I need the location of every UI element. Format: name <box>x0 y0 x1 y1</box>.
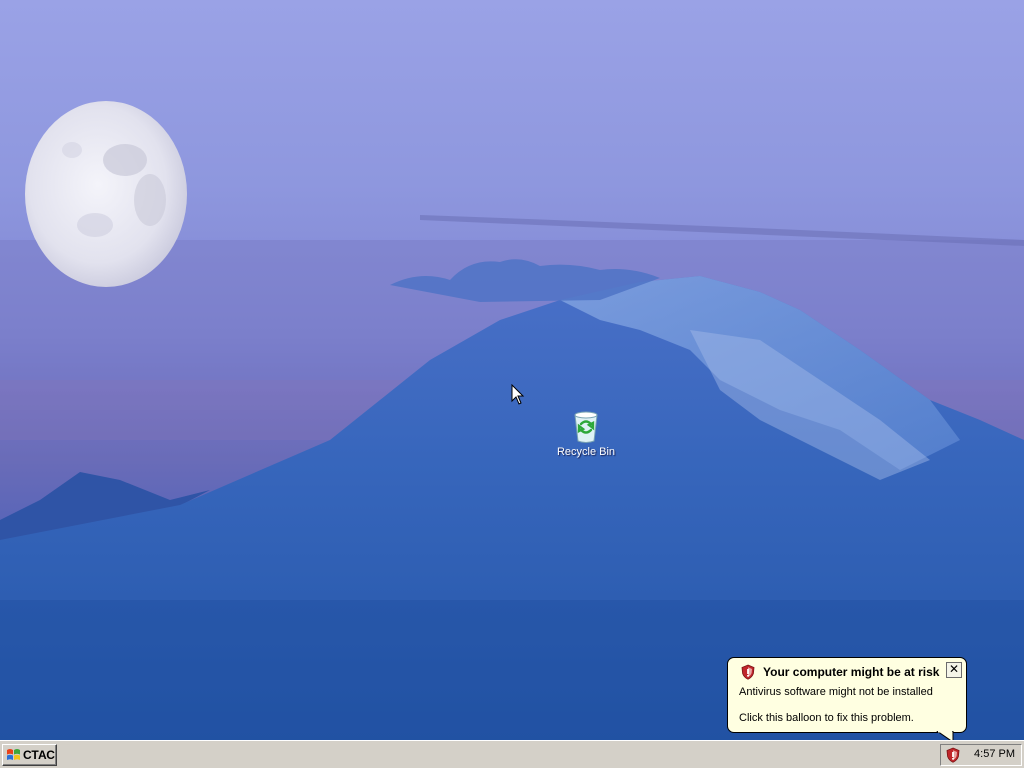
security-shield-icon[interactable] <box>945 747 961 763</box>
windows-logo-icon <box>7 749 20 760</box>
balloon-title: Your computer might be at risk <box>763 665 940 679</box>
taskbar: СТАС 4:57 PM <box>0 740 1024 768</box>
balloon-action-text[interactable]: Click this balloon to fix this problem. <box>739 712 914 724</box>
clock[interactable]: 4:57 PM <box>974 748 1015 760</box>
mouse-pointer-icon <box>511 384 525 405</box>
recycle-bin-label: Recycle Bin <box>556 446 616 458</box>
desktop[interactable]: Recycle Bin <box>0 0 1024 740</box>
recycle-bin-icon <box>570 410 602 444</box>
balloon-close-button[interactable]: ✕ <box>946 662 962 678</box>
security-balloon[interactable]: Your computer might be at risk ✕ Antivir… <box>727 657 967 733</box>
wallpaper-image <box>0 101 1024 740</box>
start-button[interactable]: СТАС <box>2 744 57 766</box>
start-button-label: СТАС <box>23 748 55 762</box>
system-tray: 4:57 PM <box>940 744 1022 766</box>
balloon-message: Antivirus software might not be installe… <box>739 686 933 698</box>
security-shield-icon <box>741 664 755 680</box>
recycle-bin[interactable]: Recycle Bin <box>548 410 624 458</box>
